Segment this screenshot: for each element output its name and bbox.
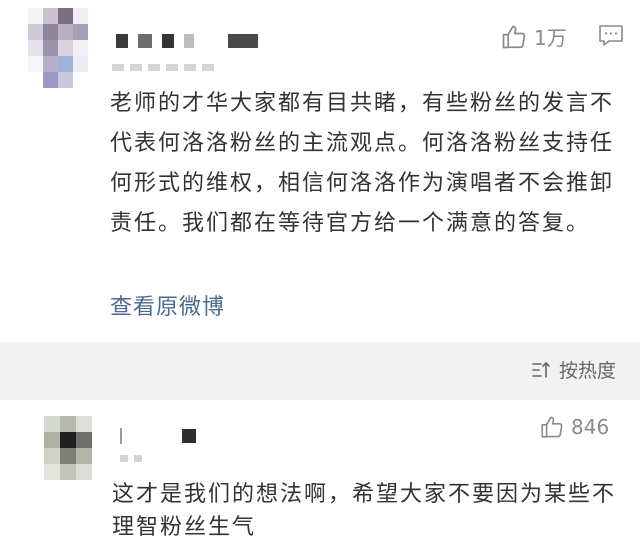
like-button[interactable]: 846 (539, 414, 609, 440)
comment-icon[interactable] (598, 24, 624, 52)
timestamp (120, 455, 148, 462)
main-comment: 1万 老师的才华大家都有目共睹，有些粉丝的发言不代表何洛洛粉丝的主流观点。何洛洛… (0, 0, 640, 342)
username[interactable] (120, 428, 206, 444)
sort-bar: 按热度 (0, 342, 640, 400)
like-count: 1万 (534, 26, 567, 50)
username[interactable] (116, 34, 268, 48)
reply-text: 这才是我们的想法啊，希望大家不要因为某些不理智粉丝生气 (112, 482, 617, 540)
comment-text: 老师的才华大家都有目共睹，有些粉丝的发言不代表何洛洛粉丝的主流观点。何洛洛粉丝支… (110, 91, 615, 236)
sort-label: 按热度 (558, 360, 616, 382)
thumbs-up-icon (541, 416, 563, 438)
avatar[interactable] (44, 416, 92, 480)
like-button[interactable]: 1万 (500, 22, 567, 51)
avatar[interactable] (28, 8, 88, 88)
timestamp (112, 64, 220, 71)
view-original-link[interactable]: 查看原微博 (110, 288, 225, 328)
thumbs-up-icon (502, 25, 526, 48)
like-count: 846 (571, 415, 610, 439)
sort-by-hot-button[interactable]: 按热度 (531, 356, 616, 383)
sort-icon (532, 361, 550, 378)
